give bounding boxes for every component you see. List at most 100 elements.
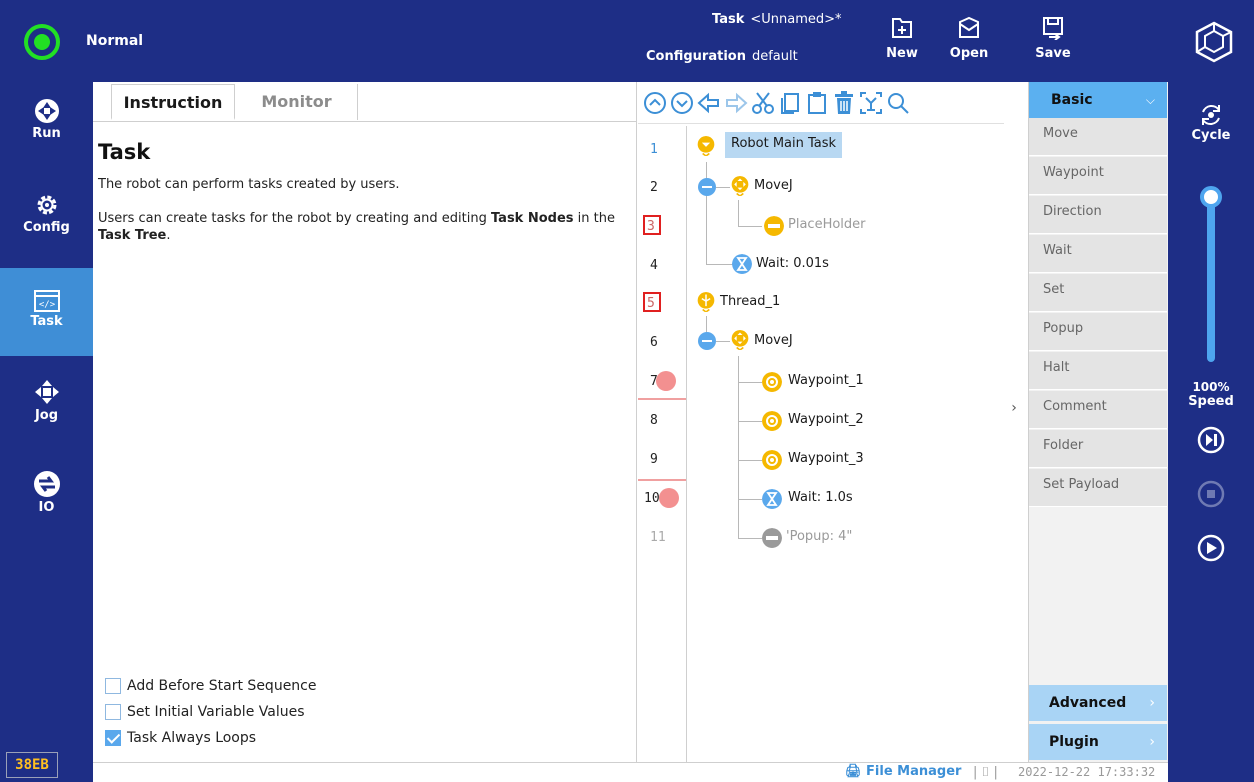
tab-instruction[interactable]: Instruction	[111, 84, 235, 120]
collapse-toggle[interactable]	[698, 178, 716, 196]
file-manager-link[interactable]: 🖨 File Manager	[845, 764, 961, 779]
svg-text:</>: </>	[38, 300, 55, 310]
breakpoint-separator	[638, 479, 686, 481]
checkbox-label: Set Initial Variable Values	[127, 704, 305, 720]
breakpoint-dot[interactable]	[659, 488, 679, 508]
tree-node-placeholder[interactable]: PlaceHolder	[788, 213, 866, 239]
nav-config[interactable]: Config	[0, 176, 93, 264]
tree-node-movej-1[interactable]: MoveJ	[754, 174, 793, 200]
delete-icon[interactable]	[831, 90, 857, 116]
tree-node-movej-2[interactable]: MoveJ	[754, 329, 793, 355]
chevron-down-icon: ⌵	[1145, 93, 1155, 107]
run-icon	[34, 99, 59, 123]
undo-icon[interactable]	[696, 90, 722, 116]
line-number-text: 9	[650, 452, 658, 467]
tree-node-wait-1[interactable]: Wait: 1.0s	[788, 486, 853, 512]
nav-task-label: Task	[30, 314, 63, 329]
robot-status-indicator[interactable]	[24, 24, 60, 60]
copy-icon[interactable]	[777, 90, 803, 116]
right-control-rail: Cycle 100% Speed	[1168, 82, 1254, 782]
cycle-icon	[1202, 105, 1220, 125]
file-manager-label: File Manager	[866, 764, 962, 779]
tree-node-thread-1[interactable]: Thread_1	[720, 290, 780, 316]
tree-node-waypoint-2[interactable]: Waypoint_2	[788, 408, 864, 434]
para2-text-e: .	[166, 228, 171, 243]
gear-icon	[37, 195, 56, 215]
tree-node-waypoint-1[interactable]: Waypoint_1	[788, 369, 864, 395]
suppress-icon[interactable]	[858, 90, 884, 116]
palette-toggle-chevron-icon[interactable]: ›	[1004, 400, 1024, 420]
tab-monitor[interactable]: Monitor	[236, 84, 358, 120]
para2-text-a: Users can create tasks for the robot by …	[98, 211, 491, 226]
tree-node-popup[interactable]: 'Popup: 4"	[786, 525, 852, 551]
palette-advanced-header[interactable]: Advanced ›	[1029, 685, 1167, 721]
step-forward-icon[interactable]	[1197, 426, 1225, 454]
palette-basic-header[interactable]: Basic ⌵	[1029, 82, 1167, 118]
save-icon	[1043, 17, 1063, 40]
palette-item-halt[interactable]: Halt	[1029, 352, 1167, 390]
task-always-loops-checkbox[interactable]: Task Always Loops	[105, 730, 256, 750]
hourglass-icon	[762, 489, 782, 509]
breakpoint-dot[interactable]	[656, 371, 676, 391]
open-button[interactable]: Open	[944, 16, 994, 72]
set-initial-values-checkbox[interactable]: Set Initial Variable Values	[105, 704, 305, 724]
tree-node-robot-main-task[interactable]: Robot Main Task	[725, 132, 843, 158]
speed-slider-track[interactable]	[1207, 192, 1215, 362]
code-window-icon: </>	[33, 290, 60, 312]
checkbox-box-checked[interactable]	[105, 730, 121, 746]
nav-jog[interactable]: Jog	[0, 364, 93, 452]
para2-text-c: in the	[573, 211, 615, 226]
waypoint-icon	[762, 411, 782, 431]
search-icon[interactable]	[885, 90, 911, 116]
add-before-start-checkbox[interactable]: Add Before Start Sequence	[105, 678, 317, 698]
nav-run[interactable]: Run	[0, 82, 93, 170]
tree-node-wait-001[interactable]: Wait: 0.01s	[756, 252, 829, 278]
waypoint-icon	[762, 372, 782, 392]
palette-item-waypoint[interactable]: Waypoint	[1029, 157, 1167, 195]
palette-item-set[interactable]: Set	[1029, 274, 1167, 312]
move-down-icon[interactable]	[669, 90, 695, 116]
tree-connector	[738, 499, 762, 500]
palette-item-folder[interactable]: Folder	[1029, 430, 1167, 468]
move-arrows-icon	[34, 380, 59, 404]
movej-icon	[731, 176, 749, 196]
speed-slider-knob[interactable]	[1200, 186, 1222, 208]
line-number-text: 10	[644, 491, 660, 506]
new-button[interactable]: New	[877, 16, 927, 72]
palette-item-direction[interactable]: Direction	[1029, 196, 1167, 234]
redo-icon[interactable]	[723, 90, 749, 116]
tree-connector	[738, 382, 762, 383]
task-label: Task	[712, 12, 745, 27]
palette-item-move[interactable]: Move	[1029, 118, 1167, 156]
line-number-text: 7	[650, 374, 658, 389]
checkbox-box[interactable]	[105, 678, 121, 694]
tree-connector	[738, 356, 739, 538]
collapse-toggle[interactable]	[698, 332, 716, 350]
tree-node-waypoint-3[interactable]: Waypoint_3	[788, 447, 864, 473]
palette-item-popup[interactable]: Popup	[1029, 313, 1167, 351]
cut-icon[interactable]	[750, 90, 776, 116]
logo-icon	[1195, 21, 1233, 63]
palette-advanced-label: Advanced	[1049, 695, 1127, 711]
play-icon[interactable]	[1197, 534, 1225, 562]
speed-value: 100%	[1192, 380, 1230, 394]
checkbox-box[interactable]	[105, 704, 121, 720]
palette-item-set-payload[interactable]: Set Payload	[1029, 469, 1167, 507]
version-badge[interactable]: 38EB	[6, 752, 58, 778]
nav-io-label: IO	[38, 500, 55, 515]
cycle-button[interactable]: Cycle	[1168, 102, 1254, 143]
paste-icon[interactable]	[804, 90, 830, 116]
task-tree: Robot Main Task MoveJ PlaceHolder Wait: …	[688, 126, 1004, 762]
nav-io[interactable]: IO	[0, 456, 93, 544]
palette-item-comment[interactable]: Comment	[1029, 391, 1167, 429]
line-number-text: 1	[650, 142, 658, 157]
palette-plugin-header[interactable]: Plugin ›	[1029, 724, 1167, 760]
hourglass-icon	[732, 254, 752, 274]
stop-icon[interactable]	[1197, 480, 1225, 508]
nav-task[interactable]: </> Task	[0, 268, 93, 356]
save-button[interactable]: Save	[1028, 16, 1078, 72]
palette-item-wait[interactable]: Wait	[1029, 235, 1167, 273]
move-up-icon[interactable]	[642, 90, 668, 116]
line-number-text: 6	[650, 335, 658, 350]
config-value: default	[751, 49, 798, 64]
